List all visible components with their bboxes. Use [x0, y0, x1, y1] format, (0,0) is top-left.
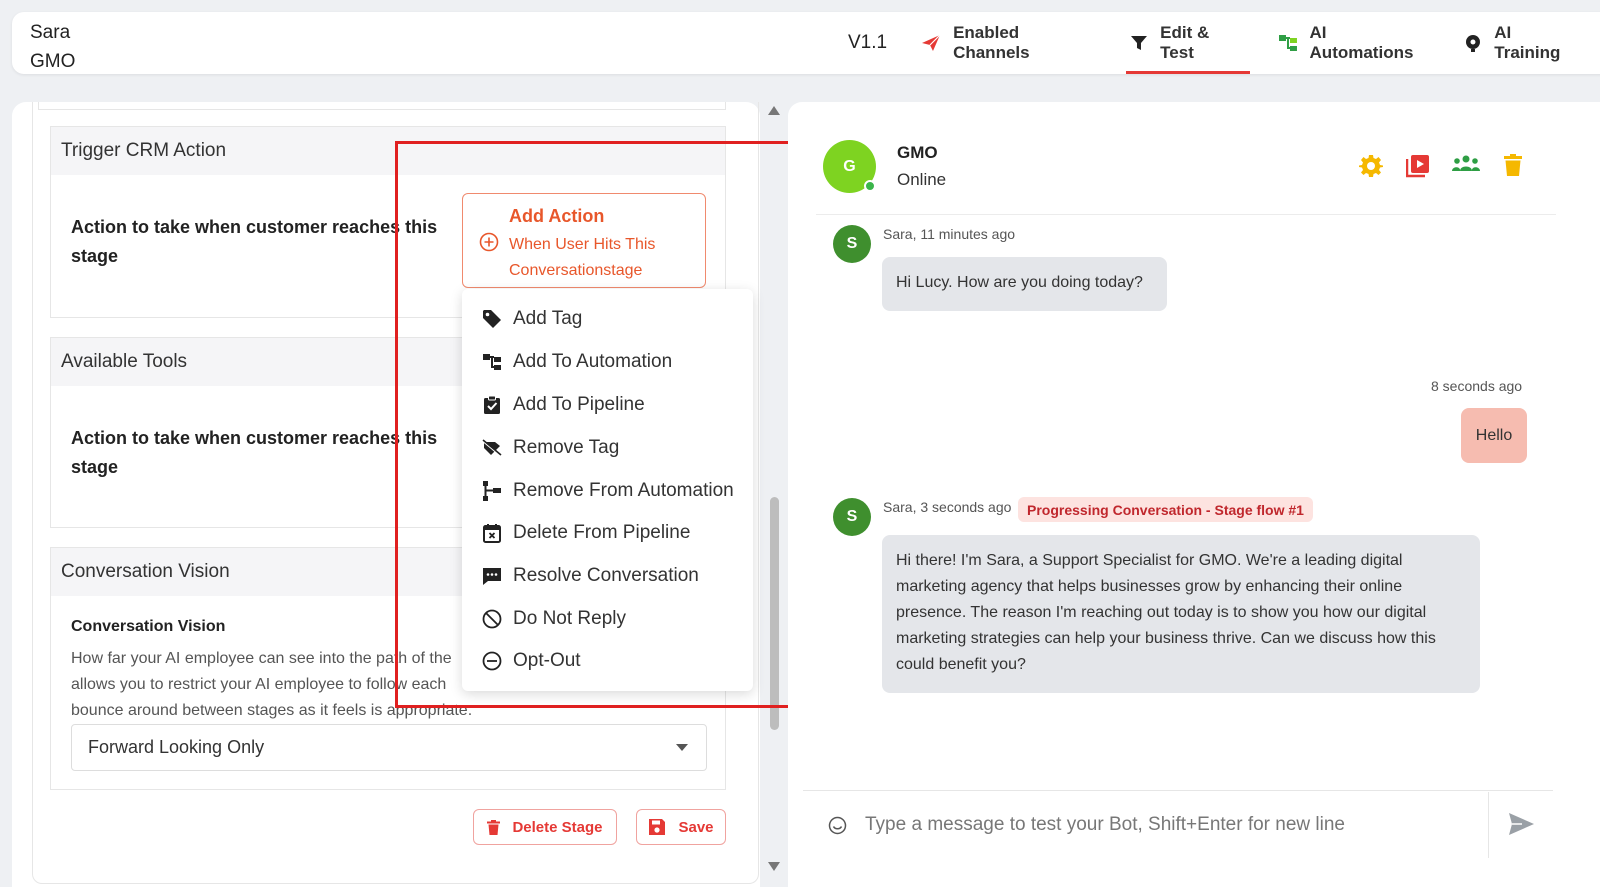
bot-name: GMO [897, 143, 938, 162]
vision-field-title: Conversation Vision [71, 618, 226, 635]
send-icon[interactable] [1508, 812, 1535, 836]
add-action-button[interactable]: Add Action When User Hits This Conversat… [462, 193, 706, 288]
message-line: Hi there! I'm Sara, a Support Specialist… [896, 552, 1403, 569]
paper-plane-icon [922, 34, 941, 51]
menu-item-resolve-conversation[interactable]: Resolve Conversation [482, 556, 699, 596]
send-divider [1488, 792, 1489, 858]
ban-icon [482, 609, 502, 629]
chat-test-panel [788, 102, 1600, 887]
save-button[interactable]: Save [636, 809, 726, 845]
automation-icon [483, 354, 501, 370]
subtitle-line: When User Hits This [509, 236, 656, 253]
action-dropdown-menu: Add Tag Add To Automation Add To Pipelin… [462, 289, 753, 691]
team-icon[interactable] [1452, 154, 1480, 174]
emoji-icon[interactable] [828, 816, 847, 835]
scroll-down-arrow-icon[interactable] [768, 862, 780, 871]
menu-item-label: Opt-Out [513, 650, 581, 671]
trigger-action-label: Action to take when customer reaches thi… [71, 217, 438, 266]
scroll-up-arrow-icon[interactable] [768, 106, 780, 115]
menu-item-remove-tag[interactable]: Remove Tag [482, 428, 619, 468]
menu-item-label: Do Not Reply [513, 608, 626, 629]
tab-enabled-channels[interactable]: Enabled Channels [921, 12, 1100, 74]
add-action-subtitle: When User Hits This Conversationstage [509, 232, 655, 284]
version-label: V1.1 [848, 32, 888, 53]
message-line: marketing agency that helps businesses g… [896, 578, 1403, 595]
tab-ai-training[interactable]: AI Training [1464, 12, 1582, 74]
chat-dots-icon [483, 568, 501, 585]
top-bar: Sara GMO V1.1 Enabled Channels Edit & Te… [12, 12, 1600, 74]
scrollbar-thumb[interactable] [770, 497, 779, 730]
message-line: marketing strategies can help your busin… [896, 630, 1436, 647]
menu-item-label: Resolve Conversation [513, 565, 699, 586]
tab-label: AI Training [1494, 23, 1561, 62]
chat-header-divider [816, 214, 1556, 215]
org-name: GMO [30, 51, 76, 72]
menu-item-do-not-reply[interactable]: Do Not Reply [482, 599, 626, 639]
menu-item-label: Remove From Automation [513, 480, 734, 501]
tag-icon [483, 310, 501, 328]
menu-item-label: Add Tag [513, 308, 583, 329]
calendar-x-icon [483, 524, 501, 543]
user-message-bubble: Hello [1461, 408, 1527, 463]
message-meta: 8 seconds ago [1431, 378, 1523, 394]
tab-ai-automations[interactable]: AI Automations [1278, 12, 1435, 74]
button-label: Delete Stage [512, 818, 603, 836]
floppy-disk-icon [649, 819, 666, 835]
funnel-icon [1131, 36, 1148, 50]
bot-status: Online [897, 170, 947, 189]
message-meta: Sara, 11 minutes ago [883, 226, 1016, 242]
menu-item-opt-out[interactable]: Opt-Out [482, 641, 581, 681]
online-status-dot [864, 180, 876, 192]
bot-message-bubble: Hi Lucy. How are you doing today? [882, 257, 1167, 311]
menu-item-delete-from-pipeline[interactable]: Delete From Pipeline [482, 513, 690, 553]
menu-item-label: Add To Pipeline [513, 394, 645, 415]
menu-item-label: Remove Tag [513, 437, 620, 458]
trash-icon[interactable] [1504, 154, 1522, 176]
video-library-icon[interactable] [1406, 154, 1430, 178]
menu-item-add-to-pipeline[interactable]: Add To Pipeline [482, 385, 645, 425]
tab-label: Edit & Test [1160, 23, 1210, 62]
delete-stage-button[interactable]: Delete Stage [473, 809, 617, 845]
menu-item-add-to-automation[interactable]: Add To Automation [482, 342, 672, 382]
brain-icon [1466, 35, 1481, 52]
input-divider [803, 790, 1553, 791]
bot-message-bubble: Hi there! I'm Sara, a Support Specialist… [882, 535, 1480, 693]
select-value: Forward Looking Only [88, 737, 265, 757]
previous-section-edge [38, 102, 726, 110]
avatar: S [833, 225, 871, 263]
plus-circle-icon [479, 232, 499, 252]
stage-badge: Progressing Conversation - Stage flow #1 [1018, 497, 1313, 522]
tools-action-label: Action to take when customer reaches thi… [71, 428, 438, 477]
add-action-title: Add Action [509, 206, 605, 226]
gear-icon[interactable] [1359, 154, 1383, 178]
section-title: Trigger CRM Action [51, 127, 725, 175]
message-input[interactable]: Type a message to test your Bot, Shift+E… [865, 814, 1345, 836]
menu-item-add-tag[interactable]: Add Tag [482, 299, 582, 339]
tag-off-icon [482, 439, 502, 457]
chevron-down-icon [676, 744, 688, 751]
description-line: bounce around between stages as it feels… [71, 702, 473, 719]
trash-icon [487, 819, 501, 835]
message-line: could benefit you? [896, 656, 1026, 673]
message-line: presence. The reason I'm reaching out to… [896, 604, 1427, 621]
button-label: Save [678, 818, 714, 836]
subtitle-line: Conversationstage [509, 262, 643, 279]
vision-select[interactable]: Forward Looking Only [71, 724, 707, 771]
message-meta: Sara, 3 seconds ago [883, 499, 1012, 515]
tab-label: AI Automations [1309, 23, 1414, 62]
minus-circle-icon [482, 651, 502, 671]
menu-item-remove-from-automation[interactable]: Remove From Automation [482, 471, 734, 511]
automation-remove-icon [483, 481, 501, 501]
menu-item-label: Add To Automation [513, 351, 673, 372]
automation-icon [1278, 35, 1297, 51]
tab-label: Enabled Channels [953, 23, 1030, 62]
avatar: S [833, 498, 871, 536]
clipboard-check-icon [484, 395, 500, 414]
tab-edit-test[interactable]: Edit & Test [1126, 12, 1250, 74]
account-switcher[interactable]: Sara GMO [30, 18, 75, 76]
main-nav: V1.1 Enabled Channels Edit & Test AI Aut… [848, 12, 1600, 74]
menu-item-label: Delete From Pipeline [513, 522, 691, 543]
user-name: Sara [30, 22, 71, 43]
